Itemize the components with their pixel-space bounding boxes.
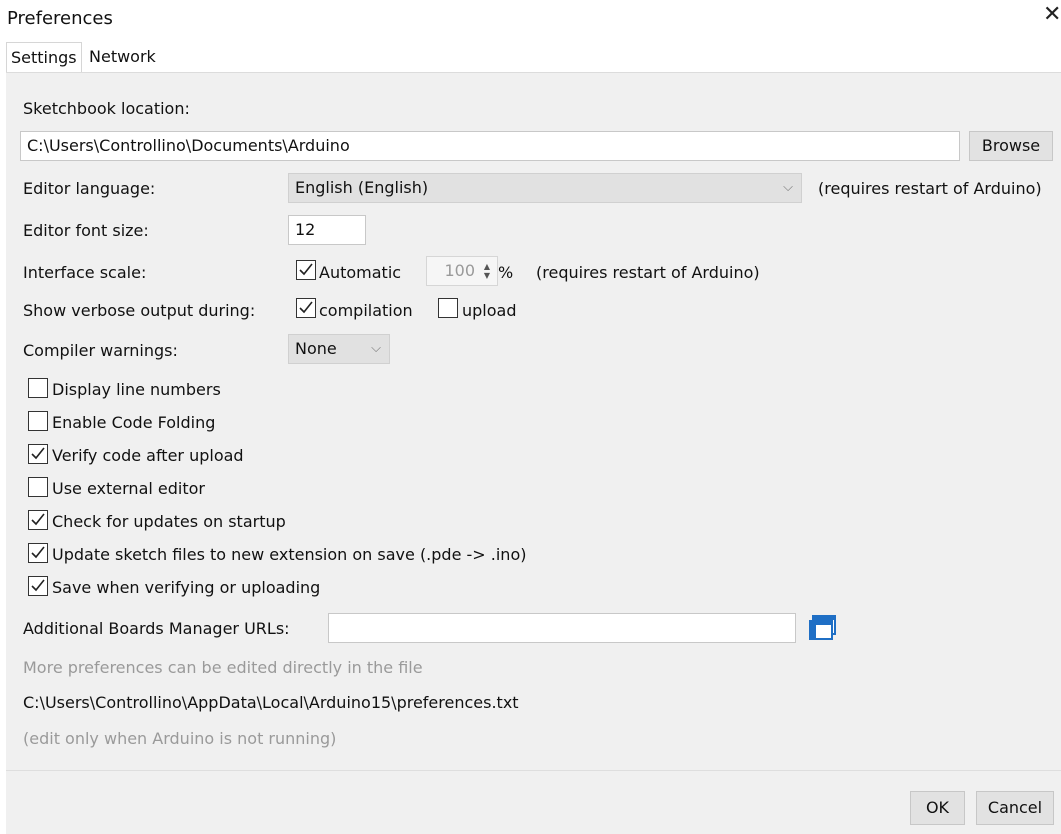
editor-language-value: English (English) [295,178,429,197]
compilation-label: compilation [319,301,413,320]
compiler-warnings-select[interactable]: None ⌵ [288,334,390,364]
save-when-verifying-checkbox[interactable] [28,576,48,596]
ok-button[interactable]: OK [910,791,965,825]
verify-code-label: Verify code after upload [52,446,244,465]
sketchbook-path-input[interactable]: C:\Users\Controllino\Documents\Arduino [20,131,960,161]
spinner-arrows-icon[interactable]: ▲ ▼ [480,262,494,282]
chevron-down-icon: ⌵ [371,341,381,356]
upload-checkbox[interactable] [438,298,458,318]
chevron-down-icon: ⌵ [783,180,793,195]
check-updates-checkbox[interactable] [28,510,48,530]
enable-code-folding-label: Enable Code Folding [52,413,216,432]
automatic-checkbox[interactable] [296,260,316,280]
boards-manager-label: Additional Boards Manager URLs: [23,619,290,638]
browse-button[interactable]: Browse [969,131,1053,161]
editor-font-size-label: Editor font size: [23,221,149,240]
compiler-warnings-label: Compiler warnings: [23,341,178,360]
settings-panel: Sketchbook location: C:\Users\Controllin… [6,72,1061,834]
footer-divider [6,770,1061,771]
close-icon[interactable]: ✕ [1043,4,1061,26]
verbose-label: Show verbose output during: [23,301,256,320]
update-sketch-files-label: Update sketch files to new extension on … [52,545,527,564]
automatic-label: Automatic [319,263,402,282]
use-external-editor-checkbox[interactable] [28,477,48,497]
upload-label: upload [462,301,517,320]
cancel-button[interactable]: Cancel [976,791,1054,825]
compiler-warnings-value: None [295,339,337,358]
tab-strip: Settings Network [0,42,1061,73]
prefs-file-path[interactable]: C:\Users\Controllino\AppData\Local\Ardui… [23,693,519,712]
sketchbook-label: Sketchbook location: [23,99,190,118]
checkmark-icon [31,513,45,526]
editor-language-select[interactable]: English (English) ⌵ [288,173,802,203]
use-external-editor-label: Use external editor [52,479,205,498]
more-prefs-text: More preferences can be edited directly … [23,658,423,677]
enable-code-folding-checkbox[interactable] [28,411,48,431]
interface-scale-note: (requires restart of Arduino) [536,263,760,282]
display-line-numbers-label: Display line numbers [52,380,221,399]
check-updates-label: Check for updates on startup [52,512,286,531]
compilation-checkbox[interactable] [296,298,316,318]
checkmark-icon [31,447,45,460]
checkmark-icon [31,579,45,592]
tab-network[interactable]: Network [85,42,160,72]
update-sketch-files-checkbox[interactable] [28,543,48,563]
display-line-numbers-checkbox[interactable] [28,378,48,398]
interface-scale-label: Interface scale: [23,263,147,282]
save-when-verifying-label: Save when verifying or uploading [52,578,321,597]
checkmark-icon [31,546,45,559]
interface-scale-unit: % [498,263,514,282]
editor-language-note: (requires restart of Arduino) [818,179,1042,198]
checkmark-icon [299,263,313,276]
tab-settings[interactable]: Settings [6,42,82,73]
editor-language-label: Editor language: [23,179,156,198]
boards-manager-urls-input[interactable] [328,613,796,643]
window-title: Preferences [7,8,113,29]
edit-note-text: (edit only when Arduino is not running) [23,729,337,748]
editor-font-size-input[interactable]: 12 [288,215,366,245]
checkmark-icon [299,301,313,314]
verify-code-checkbox[interactable] [28,444,48,464]
window-list-icon[interactable] [808,613,838,641]
